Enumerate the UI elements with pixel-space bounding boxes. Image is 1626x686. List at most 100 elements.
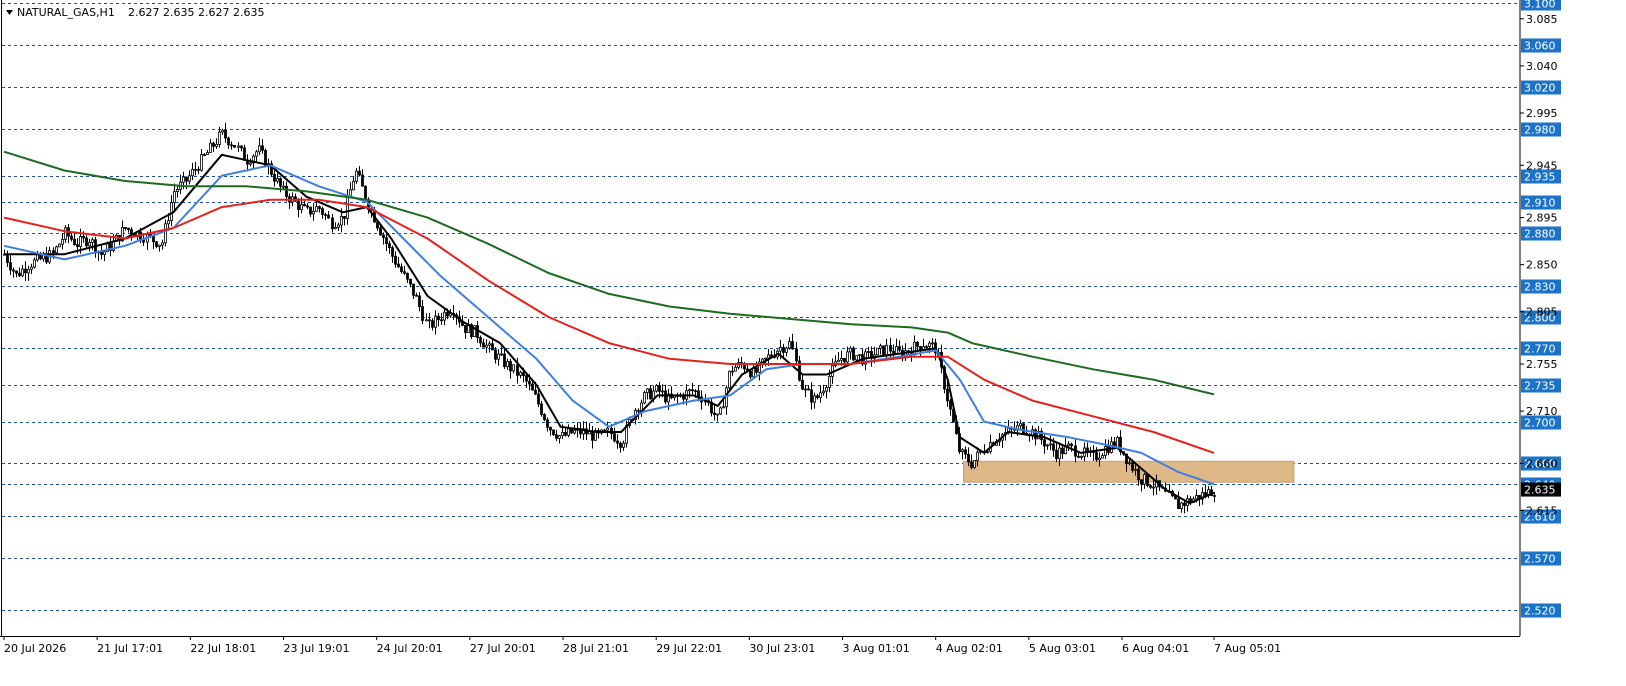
candle-body <box>352 180 355 191</box>
candle-body <box>312 210 315 215</box>
candle-body <box>767 354 770 359</box>
candle-body <box>816 395 819 399</box>
candle-body <box>543 414 546 421</box>
candle-body <box>233 144 236 148</box>
candle-body <box>591 430 594 441</box>
candle-body <box>215 144 218 147</box>
candle-body <box>203 154 206 156</box>
candle-body <box>843 357 846 363</box>
candle-body <box>716 413 719 416</box>
candle-body <box>828 376 831 388</box>
candle-body <box>437 315 440 321</box>
candle-body <box>403 271 406 274</box>
candle-body <box>485 344 488 348</box>
candle-body <box>30 266 33 270</box>
candle-body <box>346 195 349 219</box>
candle-body <box>221 129 224 133</box>
candle-body <box>616 440 619 444</box>
candle-body <box>919 346 922 351</box>
candle-body <box>846 351 849 363</box>
candle-body <box>279 178 282 187</box>
candle-body <box>61 238 64 245</box>
candle-body <box>852 347 855 361</box>
y-tick-label: 2.755 <box>1526 358 1558 371</box>
candle-body <box>1180 502 1183 510</box>
symbol-label[interactable]: NATURAL_GAS,H1 <box>17 6 115 19</box>
candle-body <box>731 370 734 373</box>
candle-body <box>491 343 494 351</box>
candle-body <box>258 145 261 153</box>
candle-body <box>191 168 194 177</box>
candle-body <box>391 247 394 257</box>
candle-body <box>218 131 221 145</box>
candle-body <box>303 204 306 207</box>
candle-body <box>1149 485 1152 488</box>
candle-body <box>400 266 403 273</box>
candle-body <box>1058 447 1061 460</box>
candle-body <box>1019 423 1022 427</box>
candle-body <box>512 364 515 372</box>
candle-body <box>728 370 731 389</box>
candle-body <box>58 243 61 248</box>
candle-body <box>415 294 418 297</box>
candle-body <box>36 254 39 261</box>
candle-body <box>1140 479 1143 485</box>
candle-body <box>230 144 233 147</box>
candle-body <box>52 250 55 254</box>
candle-body <box>340 215 343 226</box>
candle-body <box>1055 449 1058 460</box>
candle-body <box>916 341 919 347</box>
candle-body <box>361 174 364 187</box>
candle-body <box>1098 457 1101 461</box>
candle-body <box>425 319 428 322</box>
candle-body <box>564 431 567 436</box>
candle-body <box>273 174 276 182</box>
candle-body <box>885 344 888 356</box>
candle-body <box>788 341 791 349</box>
candle-body <box>804 388 807 391</box>
candle-body <box>976 451 979 461</box>
candle-body <box>619 442 622 448</box>
candle-body <box>421 306 424 321</box>
candle-body <box>194 168 197 171</box>
price-level-tag-label: 3.060 <box>1524 40 1556 53</box>
candle-body <box>176 189 179 192</box>
candle-body <box>464 325 467 333</box>
x-tick-label: 20 Jul 2026 <box>4 642 66 655</box>
candle-body <box>688 389 691 392</box>
candle-body <box>964 449 967 455</box>
price-chart[interactable]: 3.100 3.060 3.020 2.980 2.935 2.910 2.880 2.830… <box>0 0 1626 686</box>
candle-body <box>967 453 970 463</box>
candle-body <box>646 388 649 393</box>
candle-body <box>70 235 73 240</box>
candle-body <box>825 387 828 392</box>
candle-body <box>658 385 661 392</box>
candle-body <box>249 162 252 165</box>
candle-body <box>73 238 76 245</box>
candle-body <box>1061 447 1064 455</box>
candle-body <box>321 208 324 215</box>
ohlc-high: 2.635 <box>163 6 195 19</box>
x-tick-label: 24 Jul 20:01 <box>377 642 443 655</box>
y-tick-label: 2.615 <box>1526 504 1558 517</box>
candle-body <box>561 431 564 437</box>
candle-body <box>227 137 230 146</box>
candle-body <box>889 344 892 352</box>
candle-body <box>573 429 576 434</box>
candle-body <box>1183 502 1186 506</box>
candle-body <box>882 345 885 356</box>
candle-body <box>9 262 12 271</box>
support-zone <box>963 460 1295 483</box>
candle-body <box>522 371 525 377</box>
x-tick-label: 30 Jul 23:01 <box>749 642 815 655</box>
candle-body <box>12 269 15 272</box>
candle-body <box>385 237 388 245</box>
candle-body <box>898 346 901 351</box>
candle-body <box>388 243 391 248</box>
candle-body <box>655 385 658 392</box>
candle-body <box>895 346 898 355</box>
candle-body <box>949 400 952 410</box>
candle-body <box>488 343 491 346</box>
candle-body <box>1046 444 1049 447</box>
support-zone-rect <box>963 460 1295 483</box>
